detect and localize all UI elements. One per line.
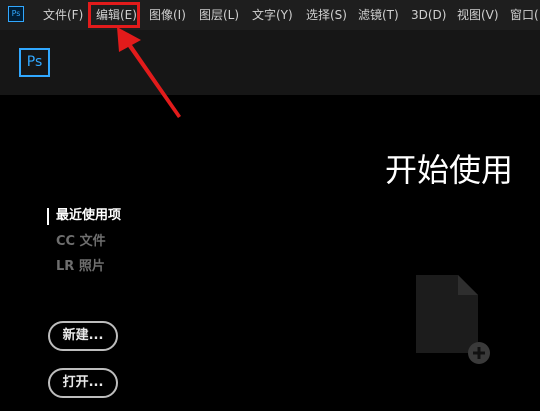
document-fold: [458, 275, 478, 295]
menu-image[interactable]: 图像(I): [149, 7, 186, 23]
photoshop-window: Ps 文件(F) 编辑(E) 图像(I) 图层(L) 文字(Y) 选择(S) 滤…: [0, 0, 540, 411]
menu-file[interactable]: 文件(F): [43, 7, 83, 23]
menu-3d[interactable]: 3D(D): [411, 7, 446, 23]
menu-bar: Ps 文件(F) 编辑(E) 图像(I) 图层(L) 文字(Y) 选择(S) 滤…: [0, 0, 540, 30]
menu-type[interactable]: 文字(Y): [252, 7, 293, 23]
photoshop-app-icon[interactable]: Ps: [8, 6, 24, 22]
welcome-header: [0, 30, 540, 95]
welcome-title: 开始使用: [385, 151, 514, 189]
edit-menu-highlight-box: [88, 2, 140, 28]
menu-filter[interactable]: 滤镜(T): [358, 7, 399, 23]
nav-active-indicator: [47, 208, 49, 225]
menu-window[interactable]: 窗口(: [510, 7, 539, 23]
photoshop-logo: Ps: [19, 48, 50, 77]
new-button[interactable]: 新建...: [48, 321, 118, 351]
nav-item-cc-files[interactable]: CC 文件: [56, 233, 106, 251]
menu-layer[interactable]: 图层(L): [199, 7, 239, 23]
menu-view[interactable]: 视图(V): [457, 7, 499, 23]
plus-vertical: [477, 347, 481, 359]
nav-item-recent[interactable]: 最近使用项: [56, 207, 121, 225]
menu-select[interactable]: 选择(S): [306, 7, 347, 23]
new-document-icon[interactable]: [414, 273, 494, 365]
nav-item-lr-photos[interactable]: LR 照片: [56, 258, 105, 276]
open-button[interactable]: 打开...: [48, 368, 118, 398]
